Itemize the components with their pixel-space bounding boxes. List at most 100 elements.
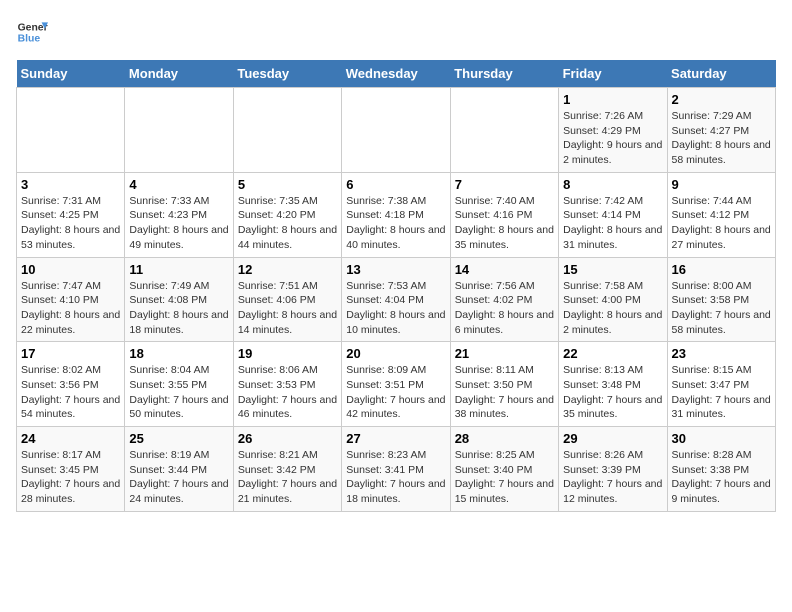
day-number: 24 [21,431,120,446]
day-info: Sunrise: 8:06 AMSunset: 3:53 PMDaylight:… [238,363,337,422]
calendar-cell: 28 Sunrise: 8:25 AMSunset: 3:40 PMDayligh… [450,427,558,512]
calendar-cell: 13Sunrise: 7:53 AMSunset: 4:04 PMDayligh… [342,257,450,342]
day-number: 26 [238,431,337,446]
day-number: 27 [346,431,445,446]
calendar-cell: 22 Sunrise: 8:13 AMSunset: 3:48 PMDayligh… [559,342,667,427]
calendar-cell [233,88,341,173]
calendar-cell: 11Sunrise: 7:49 AMSunset: 4:08 PMDayligh… [125,257,233,342]
day-info: Sunrise: 7:26 AMSunset: 4:29 PMDaylight:… [563,109,662,168]
day-info: Sunrise: 7:47 AMSunset: 4:10 PMDaylight:… [21,279,120,338]
day-info: Sunrise: 8:11 AMSunset: 3:50 PMDaylight:… [455,363,554,422]
calendar-cell: 15 Sunrise: 7:58 AMSunset: 4:00 PMDayligh… [559,257,667,342]
day-info: Sunrise: 7:42 AMSunset: 4:14 PMDaylight:… [563,194,662,253]
day-number: 25 [129,431,228,446]
day-info: Sunrise: 8:23 AMSunset: 3:41 PMDaylight:… [346,448,445,507]
calendar-header-row: SundayMondayTuesdayWednesdayThursdayFrid… [17,60,776,88]
day-number: 6 [346,177,445,192]
calendar-cell: 12 Sunrise: 7:51 AMSunset: 4:06 PMDayligh… [233,257,341,342]
calendar-cell: 25 Sunrise: 8:19 AMSunset: 3:44 PMDayligh… [125,427,233,512]
day-number: 23 [672,346,771,361]
header: General Blue [16,16,776,48]
day-number: 9 [672,177,771,192]
header-wednesday: Wednesday [342,60,450,88]
header-monday: Monday [125,60,233,88]
day-info: Sunrise: 8:13 AMSunset: 3:48 PMDaylight:… [563,363,662,422]
day-info: Sunrise: 8:26 AMSunset: 3:39 PMDaylight:… [563,448,662,507]
calendar-week-3: 17 Sunrise: 8:02 AMSunset: 3:56 PMDayligh… [17,342,776,427]
day-info: Sunrise: 7:38 AMSunset: 4:18 PMDaylight:… [346,194,445,253]
calendar-cell: 4 Sunrise: 7:33 AMSunset: 4:23 PMDaylight… [125,172,233,257]
calendar-week-2: 10Sunrise: 7:47 AMSunset: 4:10 PMDayligh… [17,257,776,342]
day-info: Sunrise: 8:21 AMSunset: 3:42 PMDaylight:… [238,448,337,507]
day-info: Sunrise: 8:09 AMSunset: 3:51 PMDaylight:… [346,363,445,422]
calendar-cell: 2 Sunrise: 7:29 AMSunset: 4:27 PMDaylight… [667,88,775,173]
day-info: Sunrise: 8:25 AMSunset: 3:40 PMDaylight:… [455,448,554,507]
calendar-week-4: 24 Sunrise: 8:17 AMSunset: 3:45 PMDayligh… [17,427,776,512]
calendar-week-0: 1 Sunrise: 7:26 AMSunset: 4:29 PMDaylight… [17,88,776,173]
day-info: Sunrise: 7:31 AMSunset: 4:25 PMDaylight:… [21,194,120,253]
day-number: 5 [238,177,337,192]
day-info: Sunrise: 8:04 AMSunset: 3:55 PMDaylight:… [129,363,228,422]
day-number: 28 [455,431,554,446]
calendar-cell: 7 Sunrise: 7:40 AMSunset: 4:16 PMDaylight… [450,172,558,257]
day-number: 22 [563,346,662,361]
day-info: Sunrise: 8:28 AMSunset: 3:38 PMDaylight:… [672,448,771,507]
calendar-cell [125,88,233,173]
header-tuesday: Tuesday [233,60,341,88]
day-info: Sunrise: 8:02 AMSunset: 3:56 PMDaylight:… [21,363,120,422]
day-number: 20 [346,346,445,361]
header-sunday: Sunday [17,60,125,88]
calendar-cell: 3Sunrise: 7:31 AMSunset: 4:25 PMDaylight… [17,172,125,257]
calendar-cell: 27 Sunrise: 8:23 AMSunset: 3:41 PMDayligh… [342,427,450,512]
day-number: 1 [563,92,662,107]
calendar-table: SundayMondayTuesdayWednesdayThursdayFrid… [16,60,776,512]
day-number: 4 [129,177,228,192]
day-number: 7 [455,177,554,192]
calendar-cell: 14 Sunrise: 7:56 AMSunset: 4:02 PMDayligh… [450,257,558,342]
day-info: Sunrise: 7:33 AMSunset: 4:23 PMDaylight:… [129,194,228,253]
day-info: Sunrise: 7:35 AMSunset: 4:20 PMDaylight:… [238,194,337,253]
day-info: Sunrise: 8:19 AMSunset: 3:44 PMDaylight:… [129,448,228,507]
calendar-cell: 16 Sunrise: 8:00 AMSunset: 3:58 PMDayligh… [667,257,775,342]
day-number: 19 [238,346,337,361]
calendar-cell: 1 Sunrise: 7:26 AMSunset: 4:29 PMDaylight… [559,88,667,173]
calendar-cell: 23 Sunrise: 8:15 AMSunset: 3:47 PMDayligh… [667,342,775,427]
day-info: Sunrise: 8:17 AMSunset: 3:45 PMDaylight:… [21,448,120,507]
day-number: 14 [455,262,554,277]
day-number: 21 [455,346,554,361]
day-number: 30 [672,431,771,446]
day-info: Sunrise: 8:00 AMSunset: 3:58 PMDaylight:… [672,279,771,338]
day-info: Sunrise: 7:44 AMSunset: 4:12 PMDaylight:… [672,194,771,253]
calendar-cell: 17 Sunrise: 8:02 AMSunset: 3:56 PMDayligh… [17,342,125,427]
header-friday: Friday [559,60,667,88]
day-number: 18 [129,346,228,361]
day-info: Sunrise: 7:58 AMSunset: 4:00 PMDaylight:… [563,279,662,338]
day-info: Sunrise: 7:29 AMSunset: 4:27 PMDaylight:… [672,109,771,168]
calendar-cell [17,88,125,173]
day-info: Sunrise: 7:56 AMSunset: 4:02 PMDaylight:… [455,279,554,338]
calendar-cell [450,88,558,173]
calendar-cell: 10Sunrise: 7:47 AMSunset: 4:10 PMDayligh… [17,257,125,342]
day-number: 13 [346,262,445,277]
day-info: Sunrise: 7:51 AMSunset: 4:06 PMDaylight:… [238,279,337,338]
day-number: 2 [672,92,771,107]
calendar-cell: 24 Sunrise: 8:17 AMSunset: 3:45 PMDayligh… [17,427,125,512]
calendar-cell: 18 Sunrise: 8:04 AMSunset: 3:55 PMDayligh… [125,342,233,427]
header-thursday: Thursday [450,60,558,88]
day-number: 17 [21,346,120,361]
day-number: 8 [563,177,662,192]
calendar-cell: 8 Sunrise: 7:42 AMSunset: 4:14 PMDaylight… [559,172,667,257]
day-number: 12 [238,262,337,277]
day-number: 15 [563,262,662,277]
calendar-cell: 5 Sunrise: 7:35 AMSunset: 4:20 PMDaylight… [233,172,341,257]
svg-text:Blue: Blue [18,34,41,45]
calendar-cell: 20 Sunrise: 8:09 AMSunset: 3:51 PMDayligh… [342,342,450,427]
logo: General Blue [16,16,48,48]
calendar-cell: 19 Sunrise: 8:06 AMSunset: 3:53 PMDayligh… [233,342,341,427]
day-info: Sunrise: 8:15 AMSunset: 3:47 PMDaylight:… [672,363,771,422]
calendar-cell: 30 Sunrise: 8:28 AMSunset: 3:38 PMDayligh… [667,427,775,512]
day-number: 16 [672,262,771,277]
day-info: Sunrise: 7:40 AMSunset: 4:16 PMDaylight:… [455,194,554,253]
calendar-cell: 9 Sunrise: 7:44 AMSunset: 4:12 PMDaylight… [667,172,775,257]
day-info: Sunrise: 7:49 AMSunset: 4:08 PMDaylight:… [129,279,228,338]
